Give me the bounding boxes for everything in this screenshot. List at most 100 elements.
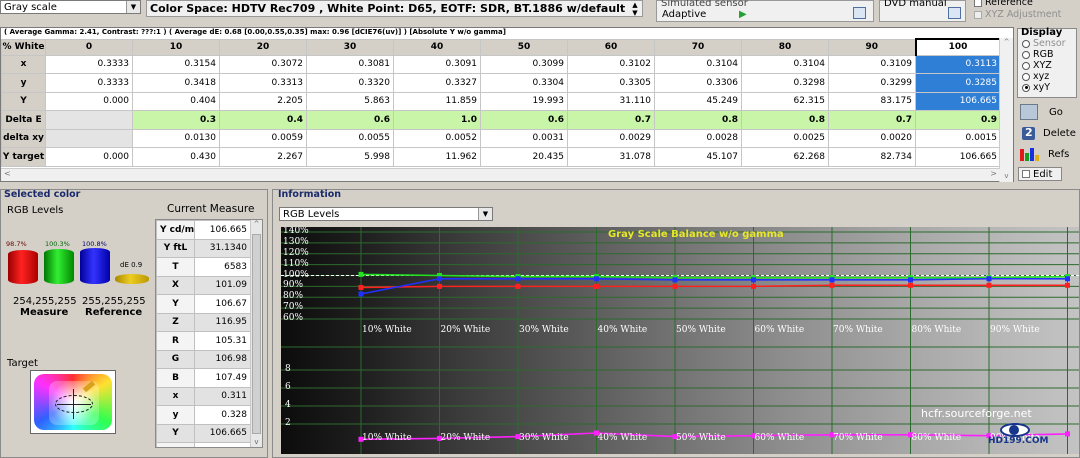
grid-vscrollbar[interactable]: ^ v bbox=[999, 38, 1013, 182]
grid-cell[interactable]: 0.3320 bbox=[306, 73, 394, 93]
grid-cell[interactable]: 0.3104 bbox=[741, 54, 829, 74]
grid-cell[interactable]: 0.000 bbox=[45, 91, 133, 111]
scroll-up-icon[interactable]: ^ bbox=[1000, 38, 1013, 46]
scroll-down-icon[interactable]: v bbox=[251, 438, 262, 446]
grid-cell[interactable]: 0.8 bbox=[654, 110, 742, 130]
grid-cell[interactable]: 83.175 bbox=[828, 91, 916, 111]
scroll-up-icon[interactable]: ^ bbox=[251, 220, 262, 228]
dvd-config-icon[interactable] bbox=[948, 7, 961, 19]
grid-cell[interactable]: 0.0130 bbox=[132, 128, 220, 148]
grid-cell[interactable]: 62.268 bbox=[741, 147, 829, 167]
col-header[interactable]: 10 bbox=[132, 38, 220, 56]
play-icon[interactable]: ▶ bbox=[739, 9, 747, 20]
grid-cell[interactable]: 106.665 bbox=[915, 91, 1001, 111]
grid-cell[interactable] bbox=[45, 128, 133, 148]
grid-cell[interactable]: 0.4 bbox=[219, 110, 307, 130]
grid-cell[interactable]: 0.3113 bbox=[915, 54, 1001, 74]
grid-cell[interactable]: 5.998 bbox=[306, 147, 394, 167]
grid-cell[interactable]: 1.0 bbox=[393, 110, 481, 130]
grid-cell[interactable]: 0.3304 bbox=[480, 73, 568, 93]
display-option-rgb[interactable]: RGB bbox=[1022, 49, 1076, 60]
grid-cell[interactable]: 0.3299 bbox=[828, 73, 916, 93]
grid-cell[interactable]: 45.249 bbox=[654, 91, 742, 111]
grid-cell[interactable]: 0.3298 bbox=[741, 73, 829, 93]
display-option-xyz[interactable]: xyz bbox=[1022, 71, 1076, 82]
xyz-adjustment-checkbox[interactable]: XYZ Adjustment bbox=[974, 9, 1061, 20]
grid-cell[interactable]: 0.3091 bbox=[393, 54, 481, 74]
col-header[interactable]: 50 bbox=[480, 38, 568, 56]
grid-cell[interactable]: 31.078 bbox=[567, 147, 655, 167]
scroll-left-icon[interactable]: < bbox=[4, 169, 11, 178]
grid-cell[interactable]: 45.107 bbox=[654, 147, 742, 167]
grid-cell[interactable]: 0.3333 bbox=[45, 54, 133, 74]
checkbox-icon[interactable] bbox=[974, 0, 982, 7]
grid-cell[interactable]: 0.3109 bbox=[828, 54, 916, 74]
grid-cell[interactable]: 0.430 bbox=[132, 147, 220, 167]
radio-icon[interactable] bbox=[1022, 50, 1030, 59]
chevron-down-icon[interactable]: ▼ bbox=[478, 208, 492, 220]
grid-cell[interactable]: 11.962 bbox=[393, 147, 481, 167]
grid-cell[interactable]: 0.0025 bbox=[741, 128, 829, 148]
col-header[interactable]: 0 bbox=[45, 38, 133, 56]
grid-cell[interactable]: 0.3313 bbox=[219, 73, 307, 93]
target-cie-diagram[interactable] bbox=[30, 370, 116, 434]
grid-cell[interactable]: 0.0029 bbox=[567, 128, 655, 148]
grid-cell[interactable]: 0.000 bbox=[45, 147, 133, 167]
radio-icon[interactable] bbox=[1022, 83, 1030, 92]
scroll-right-icon[interactable]: > bbox=[990, 169, 997, 178]
display-option-xyy[interactable]: xyY bbox=[1022, 82, 1076, 93]
go-button[interactable]: Go bbox=[1020, 104, 1063, 120]
colorspace-spin-icon[interactable]: ▲ ▼ bbox=[628, 1, 642, 17]
grid-cell[interactable]: 0.0059 bbox=[219, 128, 307, 148]
mode-select[interactable]: Gray scale ▼ bbox=[0, 0, 141, 14]
col-header[interactable]: 100 bbox=[914, 38, 1002, 56]
display-option-sensor[interactable]: Sensor bbox=[1022, 38, 1076, 49]
grid-cell[interactable]: 0.0052 bbox=[393, 128, 481, 148]
grid-hscrollbar[interactable]: < > bbox=[1, 168, 1000, 181]
grid-cell[interactable]: 0.3327 bbox=[393, 73, 481, 93]
col-header[interactable]: 60 bbox=[567, 38, 655, 56]
colorspace-box[interactable]: Color Space: HDTV Rec709 , White Point: … bbox=[146, 0, 643, 17]
radio-icon[interactable] bbox=[1022, 39, 1030, 48]
col-header[interactable]: 70 bbox=[654, 38, 742, 56]
grid-cell[interactable]: 0.3285 bbox=[915, 73, 1001, 93]
grid-cell[interactable]: 62.315 bbox=[741, 91, 829, 111]
grid-cell[interactable]: 5.863 bbox=[306, 91, 394, 111]
grid-cell[interactable]: 20.435 bbox=[480, 147, 568, 167]
grid-cell[interactable]: 31.110 bbox=[567, 91, 655, 111]
grid-cell[interactable]: 0.3102 bbox=[567, 54, 655, 74]
reference-checkbox[interactable]: Reference bbox=[974, 0, 1033, 8]
grid-cell[interactable]: 0.3305 bbox=[567, 73, 655, 93]
grid-cell[interactable]: 82.734 bbox=[828, 147, 916, 167]
grid-cell[interactable]: 0.8 bbox=[741, 110, 829, 130]
radio-icon[interactable] bbox=[1022, 72, 1030, 81]
grid-cell[interactable]: 11.859 bbox=[393, 91, 481, 111]
grid-cell[interactable]: 19.993 bbox=[480, 91, 568, 111]
scroll-down-icon[interactable]: v bbox=[1000, 172, 1013, 180]
grid-cell[interactable]: 0.6 bbox=[480, 110, 568, 130]
grid-cell[interactable]: 2.267 bbox=[219, 147, 307, 167]
measure-scrollbar[interactable]: ^ v bbox=[250, 220, 262, 447]
grid-cell[interactable]: 0.0028 bbox=[654, 128, 742, 148]
grid-cell[interactable]: 0.3099 bbox=[480, 54, 568, 74]
grid-cell[interactable]: 0.7 bbox=[828, 110, 916, 130]
grid-cell[interactable]: 0.0015 bbox=[915, 128, 1001, 148]
grid-cell[interactable]: 0.404 bbox=[132, 91, 220, 111]
grid-cell[interactable]: 0.3306 bbox=[654, 73, 742, 93]
grid-cell[interactable]: 106.665 bbox=[915, 147, 1001, 167]
display-option-xyz[interactable]: XYZ bbox=[1022, 60, 1076, 71]
col-header[interactable]: 30 bbox=[306, 38, 394, 56]
col-header[interactable]: 80 bbox=[741, 38, 829, 56]
grid-cell[interactable]: 0.0055 bbox=[306, 128, 394, 148]
current-measure-list[interactable]: Y cd/m 106.665 Y ftL 31.1340 T 6583 X 101.09 Y 10… bbox=[155, 219, 263, 448]
scroll-thumb[interactable] bbox=[252, 234, 261, 434]
grid-cell[interactable]: 0.6 bbox=[306, 110, 394, 130]
grid-cell[interactable]: 0.3072 bbox=[219, 54, 307, 74]
checkbox-icon[interactable] bbox=[974, 10, 982, 19]
chevron-down-icon[interactable]: ▼ bbox=[126, 1, 140, 13]
grid-cell[interactable]: 0.7 bbox=[567, 110, 655, 130]
grid-cell[interactable] bbox=[45, 110, 133, 130]
grid-cell[interactable]: 0.3 bbox=[132, 110, 220, 130]
refs-button[interactable]: Refs bbox=[1020, 147, 1069, 161]
grid-cell[interactable]: 0.0031 bbox=[480, 128, 568, 148]
